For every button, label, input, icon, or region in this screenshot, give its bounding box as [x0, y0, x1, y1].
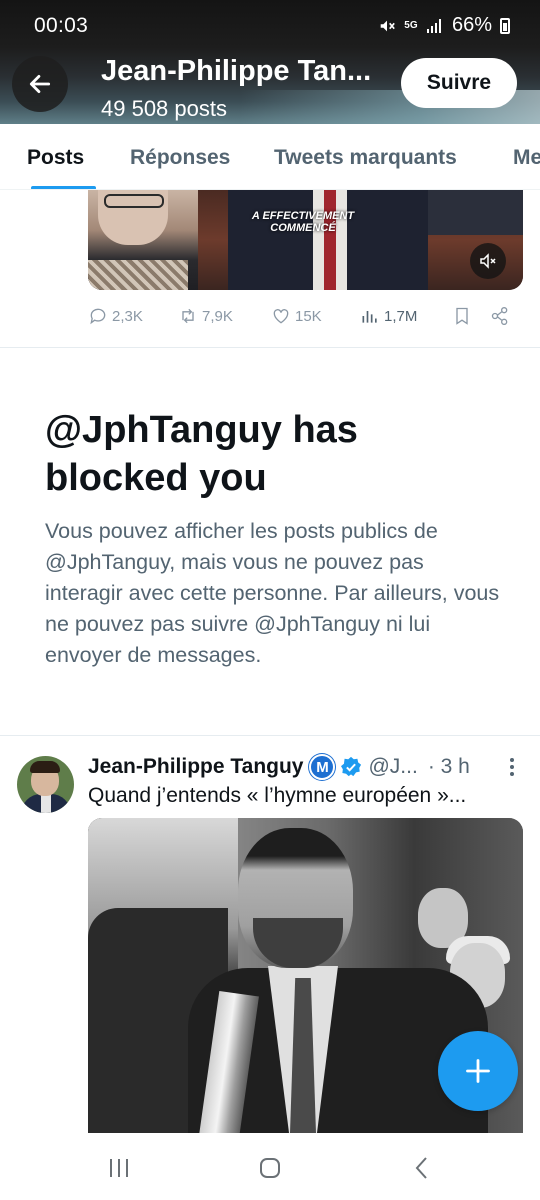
post-text: Quand j’entends « l’hymne européen »... [88, 784, 467, 807]
system-back-button[interactable] [407, 1155, 437, 1181]
video-mute-button[interactable] [470, 243, 506, 279]
recents-icon [110, 1159, 128, 1177]
video-thumbnail[interactable]: A EFFECTIVEMENT COMMENCÉ [88, 190, 523, 290]
video-caption: A EFFECTIVEMENT COMMENCÉ [251, 210, 355, 234]
like-count: 15K [295, 307, 322, 325]
mute-icon [380, 20, 395, 31]
bookmark-button[interactable] [452, 306, 472, 326]
reply-icon [90, 308, 106, 325]
repost-button[interactable]: 7,9K [178, 306, 233, 326]
recents-button[interactable] [104, 1155, 134, 1181]
back-icon [415, 1157, 427, 1179]
network-5g-icon: 5G [404, 19, 418, 31]
reply-count: 2,3K [112, 307, 143, 325]
post-author-name[interactable]: Jean-Philippe Tanguy [88, 755, 303, 779]
post-header: Jean-Philippe Tanguy M @J... · 3 h [88, 753, 528, 781]
divider [0, 347, 540, 348]
compose-button[interactable] [438, 1031, 518, 1111]
repost-icon [182, 308, 194, 324]
plus-icon [466, 1059, 490, 1083]
status-icons: 5G 66% [378, 14, 510, 37]
views-icon [362, 311, 377, 323]
profile-name: Jean-Philippe Tan... [101, 55, 372, 87]
post-timestamp[interactable]: · 3 h [428, 755, 470, 779]
battery-icon [500, 17, 510, 34]
post-count: 49 508 posts [101, 96, 227, 121]
tab-replies[interactable]: Réponses [130, 146, 230, 170]
share-icon [491, 307, 508, 325]
blocked-title: @JphTanguy has blocked you [45, 409, 358, 499]
views-count: 1,7M [384, 307, 418, 325]
party-badge: M [309, 754, 336, 780]
home-button[interactable] [255, 1155, 285, 1181]
tab-media[interactable]: Me [513, 146, 540, 170]
blocked-message: Vous pouvez afficher les posts publics d… [45, 519, 500, 667]
active-tab-indicator [31, 186, 96, 189]
bookmark-icon [456, 307, 468, 325]
like-icon [273, 309, 289, 324]
more-icon[interactable] [505, 756, 519, 778]
status-bar: 00:03 5G 66% [0, 0, 540, 44]
home-icon [260, 1158, 280, 1178]
verified-icon [341, 756, 362, 777]
post-author-handle[interactable]: @J... [368, 755, 417, 779]
back-button[interactable] [12, 56, 68, 112]
back-arrow-icon [29, 75, 51, 93]
system-navigation-bar [0, 1133, 540, 1200]
avatar[interactable] [17, 756, 74, 813]
profile-tabs: Posts Réponses Tweets marquants Me [0, 124, 540, 190]
like-button[interactable]: 15K [271, 306, 322, 326]
reply-button[interactable]: 2,3K [88, 306, 143, 326]
signal-icon [426, 18, 441, 33]
status-time: 00:03 [34, 14, 89, 37]
follow-button[interactable]: Suivre [401, 58, 517, 108]
tab-posts[interactable]: Posts [27, 146, 84, 170]
repost-count: 7,9K [202, 307, 233, 325]
speaker-muted-icon [480, 253, 496, 269]
tab-highlights[interactable]: Tweets marquants [274, 146, 457, 170]
profile-header: 00:03 5G 66% Jean-Philippe Tan... 49 508… [0, 0, 540, 124]
views-button[interactable]: 1,7M [360, 306, 417, 326]
divider [0, 735, 540, 736]
post-actions: 2,3K 7,9K 15K 1,7M [88, 300, 523, 334]
battery-percent: 66% [451, 14, 492, 36]
share-button[interactable] [490, 306, 510, 326]
